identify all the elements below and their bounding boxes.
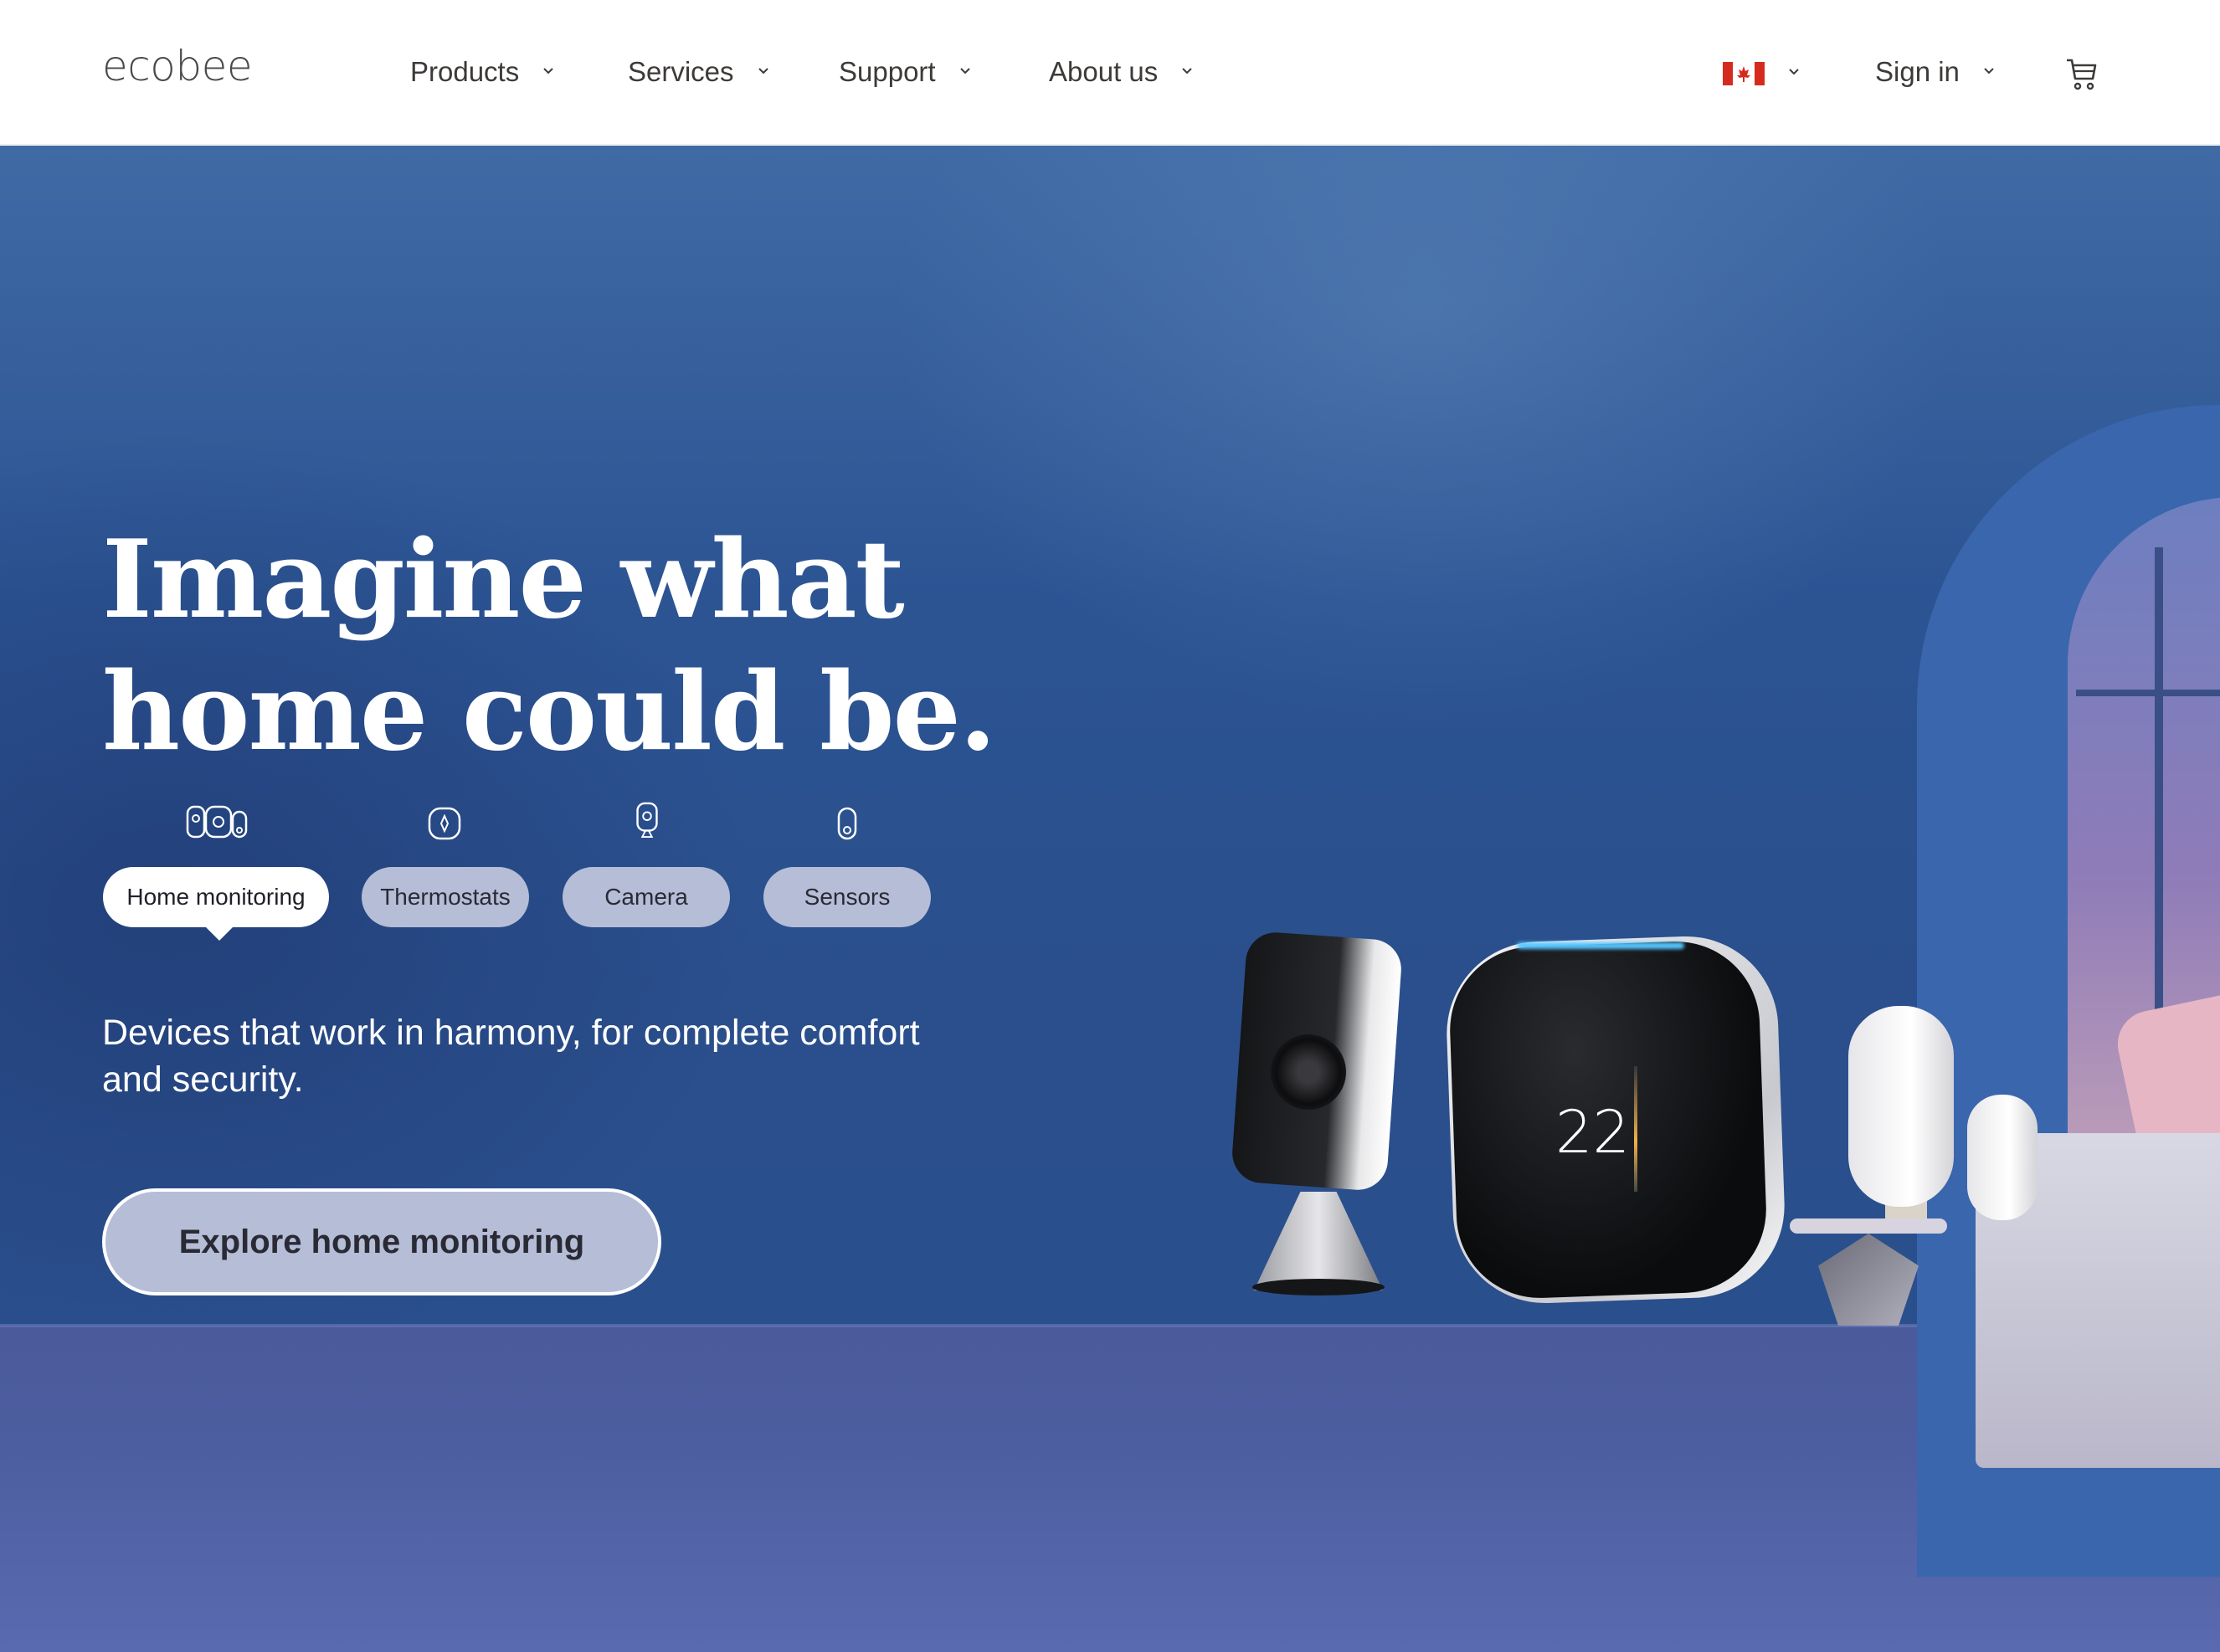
thermostat-icon xyxy=(428,807,461,840)
tab-thermostats-label: Thermostats xyxy=(380,884,511,910)
contact-sensor-image xyxy=(1848,1006,1954,1207)
nav-services-label: Services xyxy=(628,56,734,87)
camera-base xyxy=(1252,1279,1385,1295)
camera-icon xyxy=(636,802,658,839)
hero-subtitle: Devices that work in harmony, for comple… xyxy=(102,1013,920,1100)
sensor-icon xyxy=(837,807,857,840)
nav-support[interactable]: Support xyxy=(839,54,971,90)
side-table xyxy=(1790,1218,1947,1234)
chevron-down-icon xyxy=(959,66,971,78)
chevron-down-icon xyxy=(542,66,554,78)
tab-home-monitoring-label: Home monitoring xyxy=(126,884,306,910)
door-sensor-image xyxy=(1967,1095,2038,1220)
camera-lens xyxy=(1271,1034,1346,1110)
canada-flag-icon[interactable] xyxy=(1723,62,1765,85)
window-frame xyxy=(2076,690,2220,696)
chevron-down-icon xyxy=(1181,66,1193,78)
nav-products[interactable]: Products xyxy=(410,54,554,90)
hero-floor xyxy=(0,1326,2220,1652)
headline-line-2: home could be. xyxy=(102,649,996,775)
home-monitoring-icon xyxy=(186,805,248,839)
tab-home-monitoring[interactable]: Home monitoring xyxy=(103,867,329,927)
ecobee-logo[interactable]: ecobee xyxy=(102,42,253,90)
nav-about-us[interactable]: About us xyxy=(1049,54,1193,90)
sign-in-label: Sign in xyxy=(1875,56,1960,87)
sign-in-menu[interactable]: Sign in xyxy=(1875,54,1995,90)
nav-support-label: Support xyxy=(839,56,936,87)
chevron-down-icon[interactable] xyxy=(1788,67,1800,75)
nav-products-label: Products xyxy=(410,56,520,87)
explore-home-monitoring-button[interactable]: Explore home monitoring xyxy=(102,1188,661,1295)
nav-services[interactable]: Services xyxy=(628,54,769,90)
site-header: ecobee Products Services Support About u… xyxy=(0,0,2220,145)
tab-camera-label: Camera xyxy=(604,884,688,910)
cta-label: Explore home monitoring xyxy=(178,1223,585,1260)
tab-sensors-label: Sensors xyxy=(804,884,891,910)
tab-camera[interactable]: Camera xyxy=(563,867,730,927)
hero-headline: Imagine what home could be. xyxy=(102,514,1023,778)
chevron-down-icon xyxy=(758,66,769,78)
nav-about-us-label: About us xyxy=(1049,56,1159,87)
tab-thermostats[interactable]: Thermostats xyxy=(362,867,529,927)
headline-line-1: Imagine what xyxy=(102,517,905,643)
thermostat-scale xyxy=(1634,1066,1637,1192)
tab-sensors[interactable]: Sensors xyxy=(763,867,931,927)
chevron-down-icon xyxy=(1983,66,1995,78)
cart-icon[interactable] xyxy=(2064,55,2098,92)
active-tab-pointer xyxy=(204,926,234,941)
thermostat-temperature: 22 xyxy=(1555,1098,1631,1167)
thermostat-light xyxy=(1517,942,1684,949)
hero-section: 22 xyxy=(0,146,2220,1652)
